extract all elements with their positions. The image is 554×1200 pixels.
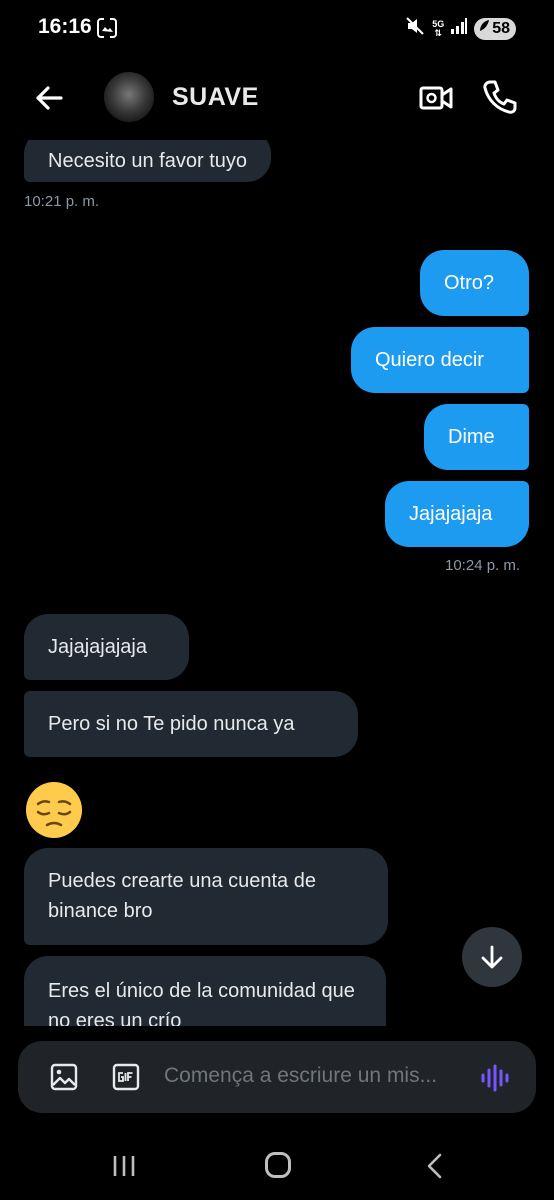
message-incoming[interactable]: Puedes crearte una cuenta de binance bro <box>24 848 388 945</box>
chat-header: SUAVE <box>0 56 554 140</box>
network-label: 5G ⇅ <box>432 18 445 38</box>
recent-apps-icon <box>113 1156 135 1176</box>
contact-name[interactable]: SUAVE <box>172 83 259 112</box>
chevron-left-icon <box>427 1153 442 1179</box>
message-incoming[interactable]: Pero si no Te pido nunca ya <box>24 691 358 757</box>
battery-saver-icon <box>478 19 490 38</box>
arrow-down-icon <box>481 945 503 969</box>
avatar[interactable] <box>104 72 154 122</box>
gif-button[interactable] <box>112 1063 140 1096</box>
recent-apps-button[interactable] <box>112 1154 136 1183</box>
message-outgoing[interactable]: Quiero decir <box>351 327 529 393</box>
scroll-to-bottom-button[interactable] <box>462 927 522 987</box>
message-input[interactable]: Comença a escriure un mis... <box>164 1064 437 1088</box>
phone-icon <box>483 80 517 114</box>
pensive-face-icon <box>26 782 82 838</box>
status-bar: 16:16 5G ⇅ 58 <box>0 0 554 56</box>
system-back-button[interactable] <box>424 1152 444 1185</box>
gif-icon <box>112 1063 140 1091</box>
message-timestamp: 10:24 p. m. <box>445 557 521 574</box>
message-list[interactable]: Necesito un favor tuyo 10:21 p. m. Otro?… <box>0 140 554 1026</box>
pensive-face-emoji[interactable] <box>24 780 84 840</box>
message-incoming[interactable]: Necesito un favor tuyo <box>24 140 271 182</box>
battery-indicator: 58 <box>474 17 516 40</box>
message-incoming[interactable]: Jajajajajaja <box>24 614 189 680</box>
image-icon <box>50 1063 78 1091</box>
voice-waveform-icon <box>481 1064 509 1092</box>
message-composer: Comença a escriure un mis... <box>18 1041 536 1113</box>
mute-icon <box>404 15 426 42</box>
image-button[interactable] <box>50 1063 78 1096</box>
message-outgoing[interactable]: Otro? <box>420 250 529 316</box>
home-button[interactable] <box>265 1152 291 1178</box>
voice-call-button[interactable] <box>480 78 518 121</box>
back-button[interactable] <box>30 78 70 118</box>
message-incoming[interactable]: Eres el único de la comunidad que no ere… <box>24 956 386 1026</box>
signal-icon <box>450 17 468 40</box>
battery-level: 58 <box>492 19 510 37</box>
message-outgoing[interactable]: Jajajajaja <box>385 481 529 547</box>
video-call-button[interactable] <box>418 80 454 121</box>
message-timestamp: 10:21 p. m. <box>24 193 100 210</box>
status-right: 5G ⇅ 58 <box>404 15 516 42</box>
back-arrow-icon <box>36 86 63 110</box>
message-outgoing[interactable]: Dime <box>424 404 529 470</box>
video-camera-icon <box>419 86 453 110</box>
status-time: 16:16 <box>38 15 92 38</box>
system-navigation-bar <box>0 1130 554 1200</box>
voice-message-button[interactable] <box>480 1063 510 1098</box>
screenshot-icon <box>96 17 118 44</box>
